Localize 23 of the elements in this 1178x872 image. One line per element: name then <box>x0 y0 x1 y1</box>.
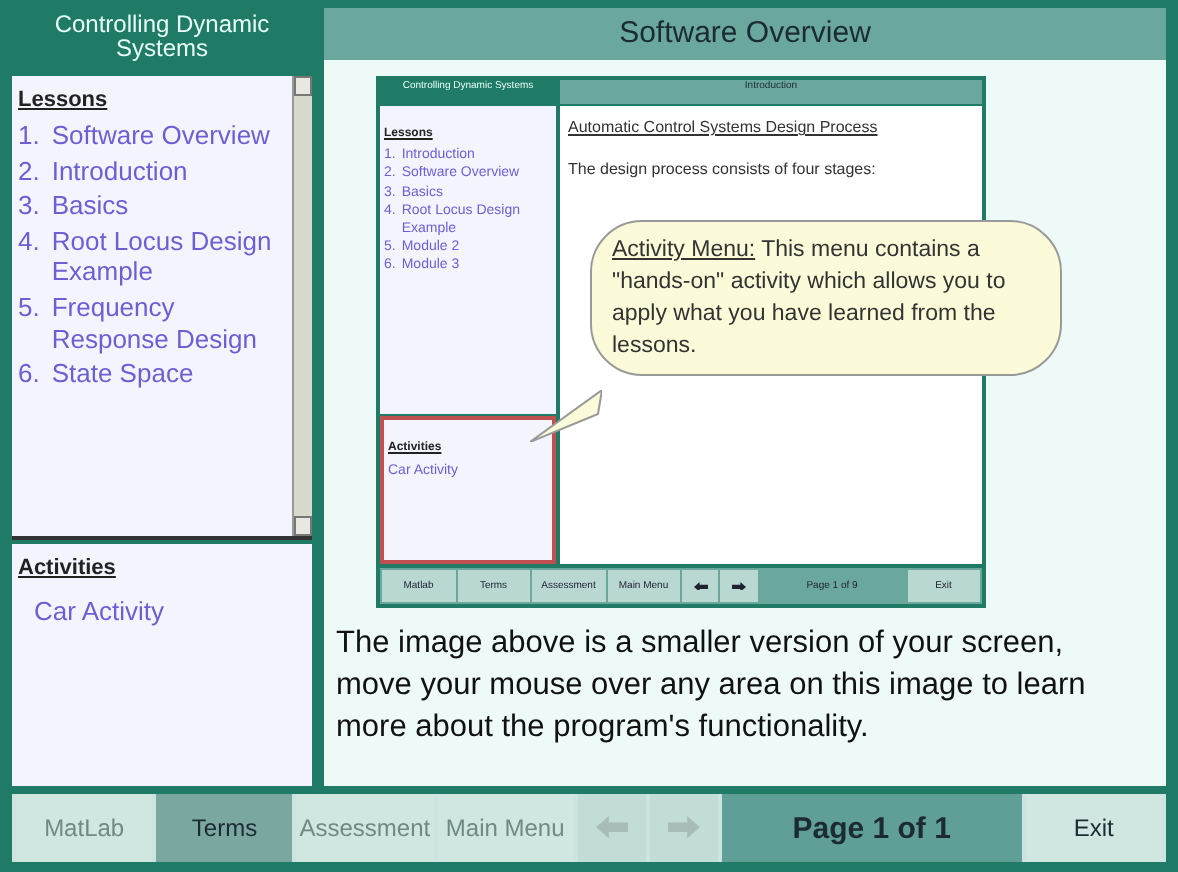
activity-link[interactable]: Car Activity <box>18 596 306 626</box>
left-arrow-icon <box>595 816 628 840</box>
lesson-link[interactable]: 1. Software Overview <box>18 120 286 152</box>
lesson-link[interactable]: 5. Frequency Response Design <box>18 291 286 355</box>
right-arrow-icon <box>731 581 746 591</box>
callout-pointer <box>530 390 602 442</box>
app-title: Controlling Dynamic Systems <box>52 8 272 66</box>
scrollbar[interactable] <box>292 76 312 536</box>
description-text: The image above is a smaller version of your screen, move your mouse over any area on this image to learn more about the program's functionality. <box>334 624 1088 748</box>
callout-text: Activity Menu: This menu contains a "hands-on" activity which allows you to apply what you have learned from the lessons. <box>612 236 1008 363</box>
preview-heading: Automatic Control Systems Design Process <box>568 118 880 136</box>
lessons-heading: Lessons <box>18 88 108 112</box>
lesson-link[interactable]: 3. Basics <box>18 190 286 222</box>
lesson-link[interactable]: 2. Introduction <box>18 155 286 187</box>
right-arrow-icon <box>667 816 700 840</box>
preview-text: The design process consists of four stages: <box>568 160 878 178</box>
activities-heading: Activities <box>18 556 116 580</box>
page-title: Software Overview <box>324 8 1166 60</box>
nav-button[interactable]: Terms <box>156 794 293 862</box>
lesson-link[interactable]: 4. Root Locus Design Example <box>18 225 286 288</box>
left-arrow-icon <box>693 581 708 591</box>
lesson-link[interactable]: 6. State Space <box>18 358 286 390</box>
page-indicator[interactable]: Page 1 of 1 <box>721 794 1022 862</box>
